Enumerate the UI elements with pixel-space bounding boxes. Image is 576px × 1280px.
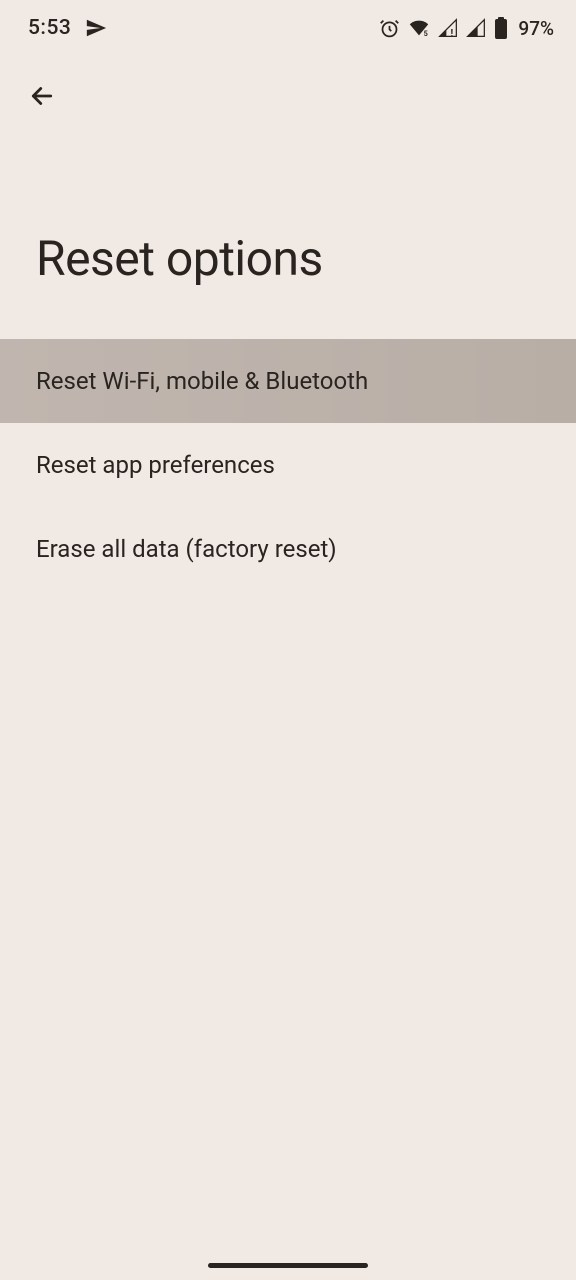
option-erase-all-data[interactable]: Erase all data (factory reset) (0, 507, 576, 591)
signal-icon-2 (466, 18, 486, 38)
arrow-back-icon (27, 81, 57, 111)
alarm-icon (379, 18, 400, 39)
option-label: Erase all data (factory reset) (36, 535, 337, 563)
options-list: Reset Wi-Fi, mobile & Bluetooth Reset ap… (0, 339, 576, 591)
option-label: Reset app preferences (36, 451, 275, 479)
signal-icon-1: ! (438, 18, 458, 38)
status-time: 5:53 (28, 16, 71, 40)
navigation-handle[interactable] (208, 1263, 368, 1268)
status-bar-left: 5:53 (28, 16, 107, 40)
svg-text:!: ! (451, 28, 454, 38)
toolbar (0, 52, 576, 120)
option-reset-wifi-mobile-bluetooth[interactable]: Reset Wi-Fi, mobile & Bluetooth (0, 339, 576, 423)
option-reset-app-preferences[interactable]: Reset app preferences (0, 423, 576, 507)
battery-icon (494, 17, 508, 39)
status-bar-right: 5 ! 97% (379, 17, 554, 40)
send-icon (85, 17, 107, 39)
wifi-icon: 5 (408, 18, 430, 38)
status-bar: 5:53 5 ! (0, 0, 576, 52)
back-button[interactable] (18, 72, 66, 120)
battery-percent: 97% (518, 17, 554, 40)
svg-text:5: 5 (424, 29, 428, 38)
option-label: Reset Wi-Fi, mobile & Bluetooth (36, 367, 368, 395)
page-title: Reset options (0, 120, 576, 339)
